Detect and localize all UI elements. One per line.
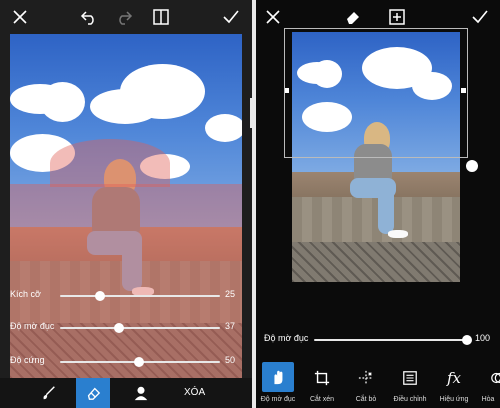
adjust-icon [399,367,421,389]
hardness-slider-row: Độ cứng 50 [0,350,252,374]
person-icon[interactable] [124,378,158,408]
cutout-icon [355,367,377,389]
tool-effects-label: Hiệu ứng [439,396,469,403]
opacity-slider-knob[interactable] [114,323,124,333]
close-icon[interactable] [9,6,31,28]
layer-opacity-label: Độ mờ đục [264,333,309,343]
hardness-value: 50 [224,355,235,365]
fx-icon: fx [446,369,461,387]
layer-opacity-track[interactable] [314,339,466,341]
tool-crop-label: Cắt xén [309,396,335,403]
tool-blend[interactable]: Hòa [476,358,500,408]
layer-tools-bar: Độ mờ đục Cắt xén Cắt bỏ Điều chỉnh fx H… [256,358,500,408]
check-icon[interactable] [469,6,491,28]
opacity-value: 37 [224,321,235,331]
tool-cutout[interactable]: Cắt bỏ [344,358,388,408]
size-value: 25 [224,289,235,299]
tool-blend-label: Hòa [481,396,495,403]
clear-button[interactable]: XÓA [184,387,205,398]
eraser-icon[interactable] [342,6,364,28]
eraser-icon[interactable] [76,378,110,408]
close-icon[interactable] [262,6,284,28]
opacity-slider-row: Độ mờ đục 37 [0,316,252,340]
size-slider-track[interactable] [60,295,220,297]
tool-adjust-label: Điều chỉnh [393,396,427,403]
check-icon[interactable] [220,6,242,28]
right-editor-panel: Độ mờ đục 100 Độ mờ đục Cắt xén Cắt bỏ Đ… [256,0,500,408]
brush-icon[interactable] [32,378,66,408]
tool-opacity[interactable]: Độ mờ đục [256,358,300,408]
tool-cutout-label: Cắt bỏ [355,396,377,403]
layer-opacity-knob[interactable] [462,335,472,345]
hardness-slider-knob[interactable] [134,357,144,367]
rotate-handle-icon[interactable] [466,160,478,172]
crop-icon [311,367,333,389]
opacity-slider-track[interactable] [60,327,220,329]
layer-opacity-row: Độ mờ đục 100 [256,328,500,352]
tool-crop[interactable]: Cắt xén [300,358,344,408]
tool-adjust[interactable]: Điều chỉnh [388,358,432,408]
tool-effects[interactable]: fx Hiệu ứng [432,358,476,408]
hardness-label: Độ cứng [10,355,45,365]
blend-icon [487,367,500,389]
layer-opacity-value: 100 [474,333,490,343]
add-icon[interactable] [386,6,408,28]
size-slider-row: Kích cỡ 25 [0,284,252,308]
redo-icon[interactable] [113,6,135,28]
left-top-toolbar [0,0,252,34]
mask-tool-bar: XÓA [0,378,252,408]
tool-opacity-label: Độ mờ đục [260,396,296,403]
size-slider-knob[interactable] [95,291,105,301]
compare-icon[interactable] [150,6,172,28]
size-label: Kích cỡ [10,289,41,299]
opacity-label: Độ mờ đục [10,321,55,331]
mask-overlay [10,184,242,378]
hand-icon [262,362,294,392]
undo-icon[interactable] [78,6,100,28]
layer-bounding-box [284,28,468,158]
left-editor-panel: Kích cỡ 25 Độ mờ đục 37 Độ cứng 50 XÓA [0,0,252,408]
